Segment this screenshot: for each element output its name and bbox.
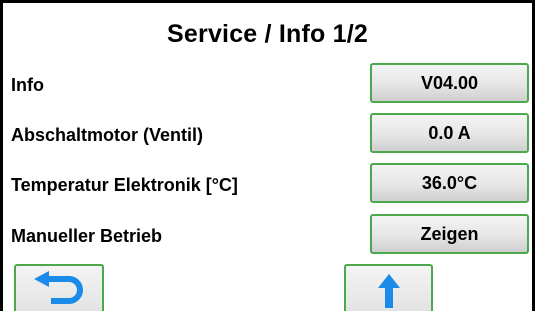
info-value-button[interactable]: V04.00: [370, 63, 529, 103]
page-up-button[interactable]: [344, 264, 433, 311]
electronics-temperature-value-button[interactable]: 36.0°C: [370, 163, 529, 203]
row-label-shutoff-motor: Abschaltmotor (Ventil): [11, 125, 204, 145]
service-info-screen: Service / Info 1/2 Info V04.00 Abschaltm…: [0, 0, 538, 311]
back-arrow-icon: [34, 271, 83, 304]
row-label-info: Info: [11, 75, 44, 95]
shutoff-motor-value-button[interactable]: 0.0 A: [370, 113, 529, 153]
manual-operation-show-button[interactable]: Zeigen: [370, 214, 529, 254]
row-label-manual-operation: Manueller Betrieb: [11, 226, 163, 246]
row-label-electronics-temperature: Temperatur Elektronik [°C]: [11, 175, 238, 195]
back-button[interactable]: [14, 264, 104, 311]
top-border: [0, 0, 535, 3]
up-arrow-icon: [377, 274, 400, 308]
page-title: Service / Info 1/2: [167, 20, 368, 48]
